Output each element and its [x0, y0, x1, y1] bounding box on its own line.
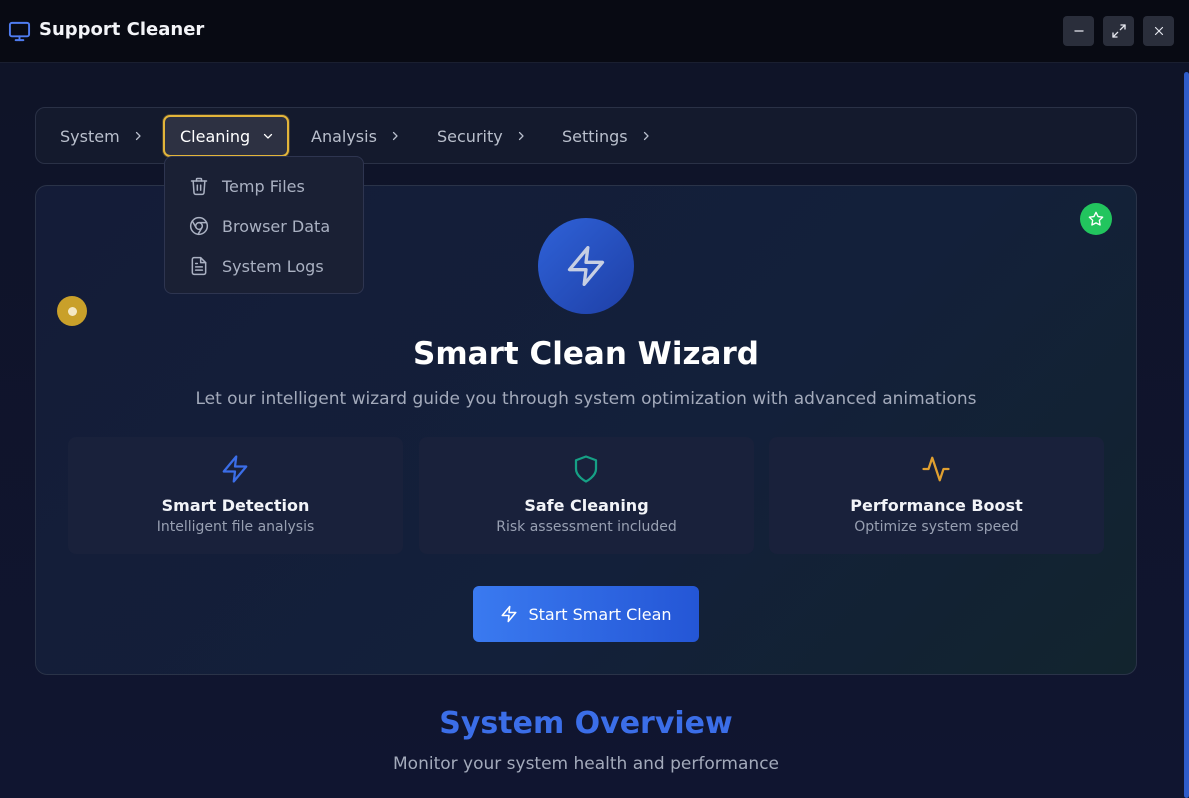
chevron-right-icon [640, 130, 652, 142]
minimize-button[interactable] [1063, 16, 1094, 46]
nav-item-label: Analysis [311, 126, 377, 146]
maximize-icon [1111, 23, 1127, 39]
feature-card-smart-detection: Smart Detection Intelligent file analysi… [68, 437, 403, 554]
feature-description: Risk assessment included [496, 519, 677, 535]
zap-icon [500, 605, 518, 623]
zap-icon [564, 244, 608, 288]
nav-item-settings[interactable]: Settings [562, 116, 652, 156]
dropdown-item-system-logs[interactable]: System Logs [189, 254, 324, 278]
chevron-right-icon [132, 130, 144, 142]
dropdown-item-browser-data[interactable]: Browser Data [189, 214, 330, 238]
nav-item-system[interactable]: System [60, 116, 144, 156]
minimize-icon [1072, 24, 1086, 38]
maximize-button[interactable] [1103, 16, 1134, 46]
star-icon [1088, 211, 1104, 227]
chevron-right-icon [515, 130, 527, 142]
title-bar: Support Cleaner [0, 0, 1189, 63]
feature-description: Intelligent file analysis [156, 519, 315, 535]
status-indicator-dot [67, 306, 77, 316]
dropdown-item-temp-files[interactable]: Temp Files [189, 174, 305, 198]
wizard-title: Smart Clean Wizard [413, 336, 759, 372]
nav-item-label: Cleaning [180, 126, 251, 146]
favorite-button[interactable] [1080, 203, 1112, 235]
close-button[interactable] [1143, 16, 1174, 46]
feature-description: Optimize system speed [854, 519, 1019, 535]
shield-icon [571, 454, 601, 484]
system-overview-title: System Overview [439, 706, 733, 741]
wizard-subtitle: Let our intelligent wizard guide you thr… [195, 389, 977, 409]
nav-item-label: Security [437, 126, 503, 146]
app-title: Support Cleaner [39, 19, 205, 40]
nav-item-label: Settings [562, 126, 628, 146]
status-indicator [57, 296, 87, 326]
file-text-icon [189, 256, 209, 276]
feature-title: Smart Detection [161, 496, 310, 515]
feature-title: Safe Cleaning [524, 496, 649, 515]
zap-icon [220, 454, 250, 484]
feature-card-performance-boost: Performance Boost Optimize system speed [769, 437, 1104, 554]
dropdown-item-label: System Logs [222, 256, 324, 276]
cleaning-dropdown-menu: Temp Files Browser Data System Logs [164, 156, 364, 294]
chrome-icon [189, 216, 209, 236]
chevron-right-icon [389, 130, 401, 142]
system-overview-subtitle: Monitor your system health and performan… [393, 754, 779, 774]
dropdown-item-label: Browser Data [222, 216, 331, 236]
nav-item-cleaning[interactable]: Cleaning [163, 115, 289, 157]
feature-title: Performance Boost [850, 496, 1023, 515]
dropdown-item-label: Temp Files [222, 176, 305, 196]
trash-icon [189, 176, 209, 196]
close-icon [1152, 24, 1166, 38]
wizard-hero-badge [538, 218, 634, 314]
monitor-icon [8, 20, 31, 43]
nav-item-label: System [60, 126, 120, 146]
start-smart-clean-label: Start Smart Clean [528, 604, 672, 624]
nav-item-analysis[interactable]: Analysis [311, 116, 401, 156]
feature-card-safe-cleaning: Safe Cleaning Risk assessment included [419, 437, 754, 554]
start-smart-clean-button[interactable]: Start Smart Clean [473, 586, 699, 642]
nav-item-security[interactable]: Security [437, 116, 527, 156]
scrollbar[interactable] [1184, 72, 1189, 798]
activity-icon [921, 454, 951, 484]
chevron-down-icon [262, 130, 274, 142]
